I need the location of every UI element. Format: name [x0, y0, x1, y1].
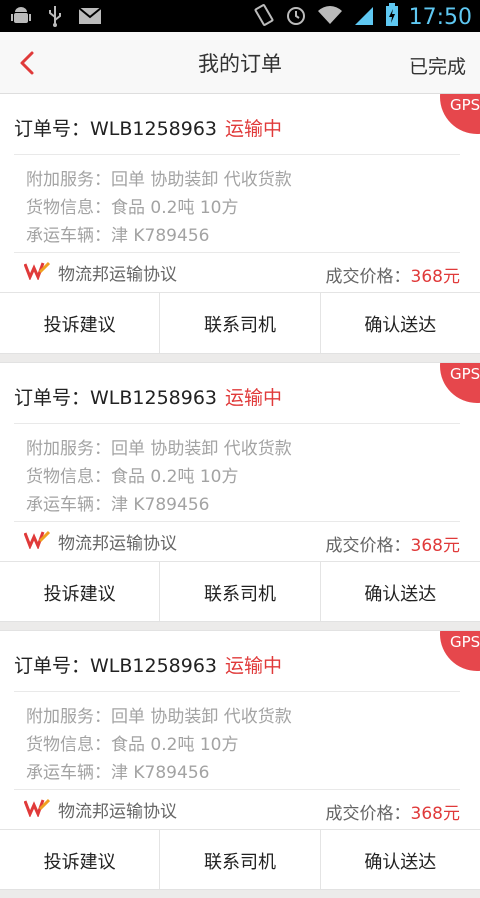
order-status: 运输中 [225, 655, 283, 677]
nav-bar: 我的订单 已完成 [0, 32, 480, 94]
service-info: 附加服务：回单 协助装卸 代收货款 [26, 170, 292, 190]
complaint-button[interactable]: 投诉建议 [0, 562, 161, 621]
service-info: 附加服务：回单 协助装卸 代收货款 [26, 439, 292, 459]
service-info: 附加服务：回单 协助装卸 代收货款 [26, 707, 292, 727]
vehicle-info: 承运车辆：津 K789456 [26, 495, 210, 515]
order-number: 订单号：WLB1258963 运输中 [14, 387, 283, 409]
complaint-button[interactable]: 投诉建议 [0, 293, 161, 353]
status-bar: 17:50 [0, 0, 480, 32]
logistics-logo-icon [23, 797, 51, 822]
action-bar: 投诉建议 联系司机 确认送达 [0, 561, 480, 621]
usb-icon [46, 5, 64, 31]
order-status: 运输中 [225, 387, 283, 409]
divider [14, 154, 460, 155]
divider [14, 521, 460, 522]
divider [14, 691, 460, 692]
contact-driver-button[interactable]: 联系司机 [160, 562, 321, 621]
logistics-logo-icon [23, 260, 51, 285]
wifi-icon [317, 4, 343, 30]
gps-badge[interactable]: GPS [440, 94, 480, 134]
gps-badge[interactable]: GPS [440, 363, 480, 403]
contact-driver-button[interactable]: 联系司机 [160, 830, 321, 889]
android-icon [10, 5, 32, 31]
price: 成交价格：368元 [325, 804, 460, 824]
protocol-link[interactable]: 物流邦运输协议 [23, 797, 177, 822]
confirm-delivery-button[interactable]: 确认送达 [321, 562, 480, 621]
complaint-button[interactable]: 投诉建议 [0, 830, 161, 889]
order-number: 订单号：WLB1258963 运输中 [14, 655, 283, 677]
action-bar: 投诉建议 联系司机 确认送达 [0, 829, 480, 889]
mail-icon [78, 7, 102, 29]
order-card: GPS 订单号：WLB1258963 运输中 附加服务：回单 协助装卸 代收货款 … [0, 362, 480, 622]
gps-badge[interactable]: GPS [440, 631, 480, 671]
signal-icon [353, 4, 375, 30]
order-card: GPS 订单号：WLB1258963 运输中 附加服务：回单 协助装卸 代收货款 … [0, 94, 480, 354]
price: 成交价格：368元 [325, 536, 460, 556]
action-bar: 投诉建议 联系司机 确认送达 [0, 292, 480, 353]
order-status: 运输中 [225, 118, 283, 140]
contact-driver-button[interactable]: 联系司机 [160, 293, 321, 353]
battery-icon [385, 3, 399, 31]
divider [14, 789, 460, 790]
order-number: 订单号：WLB1258963 运输中 [14, 118, 283, 140]
status-time: 17:50 [408, 4, 472, 30]
price: 成交价格：368元 [325, 267, 460, 287]
vibrate-icon [253, 3, 275, 31]
divider [14, 252, 460, 253]
alarm-icon [285, 4, 307, 30]
completed-tab-button[interactable]: 已完成 [409, 52, 466, 79]
order-card: GPS 订单号：WLB1258963 运输中 附加服务：回单 协助装卸 代收货款 … [0, 630, 480, 890]
vehicle-info: 承运车辆：津 K789456 [26, 763, 210, 783]
logistics-logo-icon [23, 529, 51, 554]
divider [14, 423, 460, 424]
cargo-info: 货物信息：食品 0.2吨 10方 [26, 467, 239, 487]
confirm-delivery-button[interactable]: 确认送达 [321, 293, 480, 353]
vehicle-info: 承运车辆：津 K789456 [26, 226, 210, 246]
order-list: GPS 订单号：WLB1258963 运输中 附加服务：回单 协助装卸 代收货款 … [0, 94, 480, 898]
confirm-delivery-button[interactable]: 确认送达 [321, 830, 480, 889]
protocol-link[interactable]: 物流邦运输协议 [23, 260, 177, 285]
cargo-info: 货物信息：食品 0.2吨 10方 [26, 735, 239, 755]
cargo-info: 货物信息：食品 0.2吨 10方 [26, 198, 239, 218]
protocol-link[interactable]: 物流邦运输协议 [23, 529, 177, 554]
